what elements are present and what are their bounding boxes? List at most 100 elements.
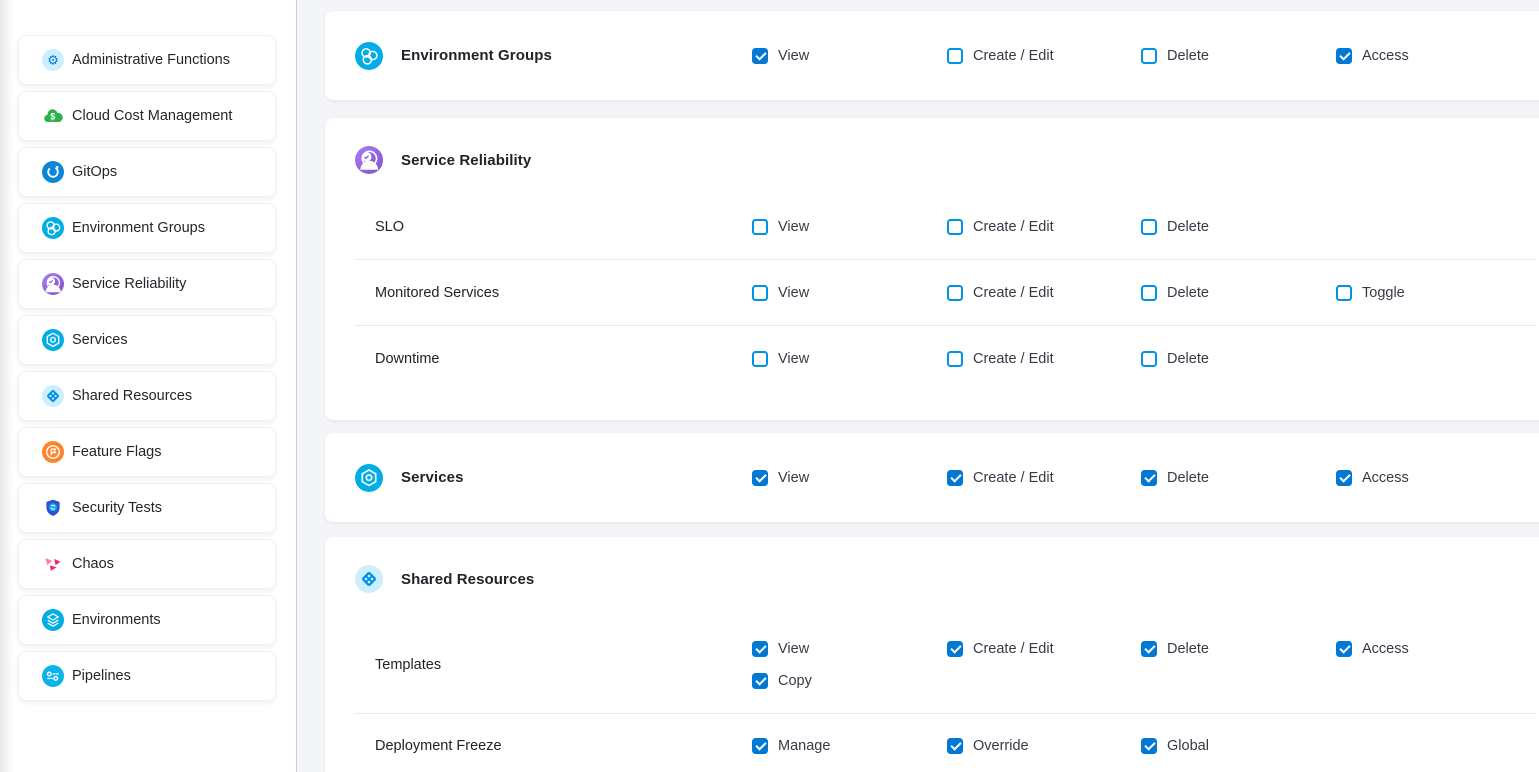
- permission-view[interactable]: View: [752, 351, 947, 367]
- view-checkbox[interactable]: [752, 219, 768, 235]
- global-checkbox[interactable]: [1141, 738, 1157, 754]
- access-checkbox[interactable]: [1336, 470, 1352, 486]
- sidebar-item-label: Security Tests: [72, 500, 162, 516]
- resource-row-slo: SLO View Create / Edit Delete: [325, 194, 1539, 259]
- cloud-dollar-icon: $: [42, 105, 64, 127]
- sidebar-item-service-reliability[interactable]: Service Reliability: [18, 259, 276, 309]
- environments-icon: [42, 609, 64, 631]
- sidebar-item-label: Shared Resources: [72, 388, 192, 404]
- resource-row-downtime: Downtime View Create / Edit Delete: [325, 326, 1539, 391]
- permission-create-edit[interactable]: Create / Edit: [947, 48, 1141, 64]
- sidebar-item-label: Administrative Functions: [72, 52, 230, 68]
- sidebar-item-security-tests[interactable]: Security Tests: [18, 483, 276, 533]
- sidebar-item-label: Pipelines: [72, 668, 131, 684]
- permission-view[interactable]: View: [752, 470, 947, 486]
- permission-access[interactable]: Access: [1336, 470, 1539, 486]
- section-title: Environment Groups: [401, 47, 552, 64]
- sidebar-item-administrative-functions[interactable]: ⚙ Administrative Functions: [18, 35, 276, 85]
- view-checkbox[interactable]: [752, 285, 768, 301]
- delete-checkbox[interactable]: [1141, 219, 1157, 235]
- delete-checkbox[interactable]: [1141, 470, 1157, 486]
- view-checkbox[interactable]: [752, 470, 768, 486]
- shared-resources-icon: [42, 385, 64, 407]
- section-title: Service Reliability: [401, 152, 531, 169]
- sidebar-item-gitops[interactable]: GitOps: [18, 147, 276, 197]
- resource-row-monitored-services: Monitored Services View Create / Edit De…: [325, 260, 1539, 325]
- permission-create-edit[interactable]: Create / Edit: [947, 219, 1141, 235]
- permission-view[interactable]: View: [752, 633, 809, 665]
- section-service-reliability: Service Reliability SLO View Create / Ed…: [325, 118, 1539, 420]
- create-edit-checkbox[interactable]: [947, 285, 963, 301]
- sidebar-item-feature-flags[interactable]: Feature Flags: [18, 427, 276, 477]
- gitops-icon: [42, 161, 64, 183]
- copy-checkbox[interactable]: [752, 673, 768, 689]
- create-edit-checkbox[interactable]: [947, 351, 963, 367]
- sidebar-item-label: GitOps: [72, 164, 117, 180]
- permission-delete[interactable]: Delete: [1141, 285, 1336, 301]
- sidebar-item-label: Environment Groups: [72, 220, 205, 236]
- permission-global[interactable]: Global: [1141, 738, 1336, 754]
- create-edit-checkbox[interactable]: [947, 470, 963, 486]
- permission-override[interactable]: Override: [947, 738, 1141, 754]
- create-edit-checkbox[interactable]: [947, 641, 963, 657]
- permission-delete[interactable]: Delete: [1141, 633, 1336, 665]
- section-services: Services View Create / Edit Delete Acces…: [325, 433, 1539, 522]
- access-checkbox[interactable]: [1336, 48, 1352, 64]
- sidebar-item-environment-groups[interactable]: Environment Groups: [18, 203, 276, 253]
- permission-delete[interactable]: Delete: [1141, 48, 1336, 64]
- permission-create-edit[interactable]: Create / Edit: [947, 285, 1141, 301]
- access-checkbox[interactable]: [1336, 641, 1352, 657]
- permission-view[interactable]: View: [752, 48, 947, 64]
- permission-create-edit[interactable]: Create / Edit: [947, 470, 1141, 486]
- delete-checkbox[interactable]: [1141, 351, 1157, 367]
- resources-sidebar: ⚙ Administrative Functions $ Cloud Cost …: [0, 0, 297, 772]
- resource-row-templates: Templates View Copy Create / Edit Delete…: [325, 633, 1539, 697]
- view-checkbox[interactable]: [752, 48, 768, 64]
- create-edit-checkbox[interactable]: [947, 48, 963, 64]
- sidebar-item-chaos[interactable]: Chaos: [18, 539, 276, 589]
- permission-view[interactable]: View: [752, 219, 947, 235]
- section-title: Shared Resources: [401, 571, 534, 588]
- permission-copy[interactable]: Copy: [752, 665, 812, 697]
- resource-label: Downtime: [375, 351, 752, 367]
- resource-label: Monitored Services: [375, 285, 752, 301]
- permissions-panel: Environment Groups View Create / Edit De…: [297, 0, 1539, 772]
- sidebar-item-environments[interactable]: Environments: [18, 595, 276, 645]
- override-checkbox[interactable]: [947, 738, 963, 754]
- permission-delete[interactable]: Delete: [1141, 219, 1336, 235]
- sidebar-item-cloud-cost-management[interactable]: $ Cloud Cost Management: [18, 91, 276, 141]
- delete-checkbox[interactable]: [1141, 285, 1157, 301]
- resource-label: SLO: [375, 219, 752, 235]
- delete-checkbox[interactable]: [1141, 48, 1157, 64]
- sidebar-item-label: Services: [72, 332, 128, 348]
- sidebar-item-pipelines[interactable]: Pipelines: [18, 651, 276, 701]
- permission-toggle[interactable]: Toggle: [1336, 285, 1539, 301]
- permission-delete[interactable]: Delete: [1141, 470, 1336, 486]
- sidebar-item-shared-resources[interactable]: Shared Resources: [18, 371, 276, 421]
- resource-label: Templates: [375, 657, 752, 673]
- resource-row-deployment-freeze: Deployment Freeze Manage Override Global: [325, 714, 1539, 772]
- manage-checkbox[interactable]: [752, 738, 768, 754]
- feature-flags-icon: [42, 441, 64, 463]
- create-edit-checkbox[interactable]: [947, 219, 963, 235]
- permission-create-edit[interactable]: Create / Edit: [947, 633, 1141, 665]
- permission-manage[interactable]: Manage: [752, 738, 947, 754]
- permission-create-edit[interactable]: Create / Edit: [947, 351, 1141, 367]
- service-reliability-icon: [42, 273, 64, 295]
- view-checkbox[interactable]: [752, 641, 768, 657]
- gear-icon: ⚙: [42, 49, 64, 71]
- delete-checkbox[interactable]: [1141, 641, 1157, 657]
- sidebar-item-label: Feature Flags: [72, 444, 161, 460]
- sidebar-item-label: Chaos: [72, 556, 114, 572]
- sidebar-item-services[interactable]: Services: [18, 315, 276, 365]
- view-checkbox[interactable]: [752, 351, 768, 367]
- sidebar-item-label: Environments: [72, 612, 161, 628]
- toggle-checkbox[interactable]: [1336, 285, 1352, 301]
- permission-access[interactable]: Access: [1336, 633, 1539, 665]
- pipelines-icon: [42, 665, 64, 687]
- sidebar-item-label: Service Reliability: [72, 276, 186, 292]
- permission-view[interactable]: View: [752, 285, 947, 301]
- permission-delete[interactable]: Delete: [1141, 351, 1336, 367]
- permission-access[interactable]: Access: [1336, 48, 1539, 64]
- svg-text:⚙: ⚙: [47, 53, 59, 68]
